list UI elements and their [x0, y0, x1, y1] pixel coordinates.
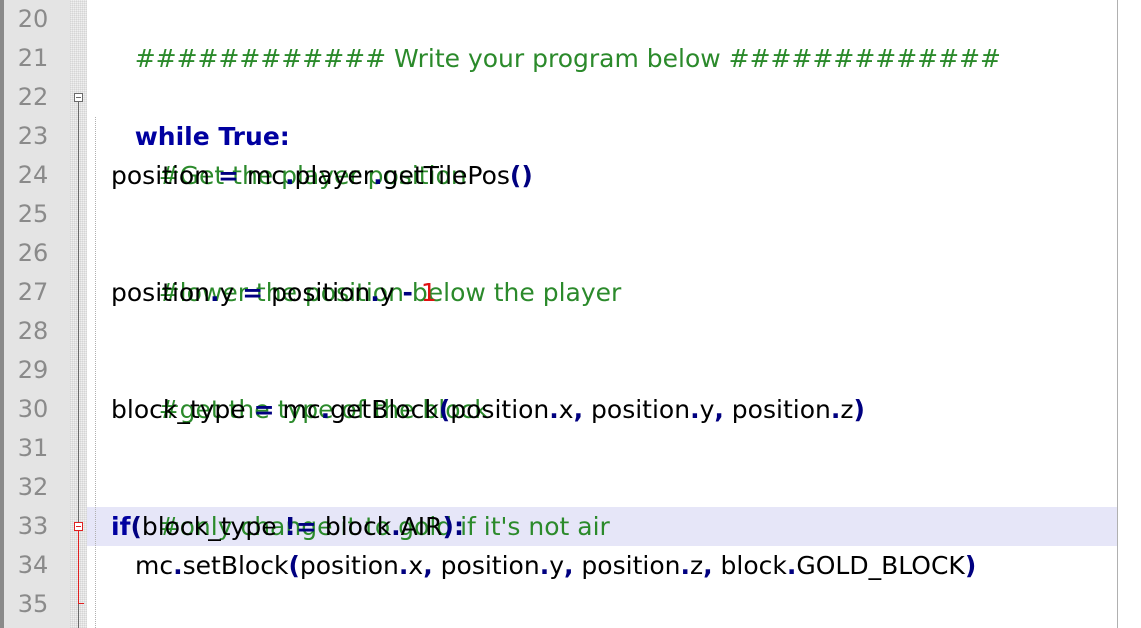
code-line-30[interactable]: block_type = mc.getBlock(position.x, pos… — [111, 390, 865, 429]
code-line-23[interactable]: #Get the player position — [111, 117, 467, 190]
fold-line-if — [78, 531, 79, 603]
line-number: 27 — [17, 278, 49, 306]
operator: ) — [964, 551, 977, 580]
operator: . — [173, 551, 183, 580]
token: position — [723, 395, 831, 424]
code-line-33[interactable]: if(block_type != block.AIR): — [111, 507, 464, 546]
operator: , — [703, 551, 713, 580]
line-number: 20 — [17, 5, 49, 33]
line-number: 29 — [17, 356, 49, 384]
line-number: 26 — [17, 239, 49, 267]
operator: = — [217, 161, 239, 190]
operator: . — [391, 512, 401, 541]
line-number: 34 — [17, 551, 49, 579]
token: y — [379, 278, 403, 307]
operator: . — [398, 551, 409, 580]
fold-toggle-if-icon[interactable] — [74, 522, 83, 531]
token: position — [573, 551, 681, 580]
token: x — [558, 395, 574, 424]
operator: () — [509, 161, 533, 190]
code-line-26[interactable]: #lower the position below the player — [111, 234, 622, 307]
operator: , — [714, 395, 724, 424]
token: setBlock — [182, 551, 289, 580]
operator: . — [320, 395, 331, 424]
token: position — [432, 551, 540, 580]
code-line-22[interactable]: while True: — [87, 78, 290, 151]
code-line-27[interactable]: position.y = position.y - 1 — [111, 273, 437, 312]
token: position — [111, 278, 211, 307]
code-editor[interactable]: 20 21 22 23 24 25 26 27 28 29 30 31 32 3… — [0, 0, 1141, 628]
operator: = — [253, 395, 275, 424]
number-literal: 1 — [420, 278, 437, 307]
operator: ( — [288, 551, 300, 580]
operator: . — [370, 278, 380, 307]
operator: ( — [130, 512, 142, 541]
operator: ) — [853, 395, 865, 424]
comment: ############ Write your program below ##… — [134, 44, 1001, 73]
operator: . — [680, 551, 690, 580]
token: getTilePos — [382, 161, 510, 190]
token: position — [111, 161, 218, 190]
code-line-34[interactable]: mc.setBlock(position.x, position.y, posi… — [135, 546, 976, 585]
operator: . — [786, 551, 797, 580]
token: AIR — [400, 512, 443, 541]
operator: , — [573, 395, 584, 424]
token: mc — [135, 551, 174, 580]
token: block_type — [141, 512, 285, 541]
operator: - — [402, 278, 413, 307]
operator: . — [539, 551, 550, 580]
line-number-gutter: 20 21 22 23 24 25 26 27 28 29 30 31 32 3… — [4, 0, 70, 628]
fold-toggle-while-icon[interactable] — [74, 93, 83, 102]
token: block_type — [111, 395, 254, 424]
code-line-20[interactable]: ############ Write your program below ##… — [87, 0, 1001, 73]
operator: != — [284, 512, 317, 541]
token: GOLD_BLOCK — [796, 551, 965, 580]
line-number: 24 — [17, 161, 49, 189]
line-number: 22 — [17, 83, 49, 111]
keyword-if: if — [111, 512, 131, 541]
line-number: 33 — [17, 512, 49, 540]
editor-right-edge — [1117, 0, 1141, 628]
token: position — [450, 395, 550, 424]
operator: = — [242, 278, 264, 307]
operator: ( — [438, 395, 451, 424]
code-area[interactable]: ############ Write your program below ##… — [87, 0, 1117, 628]
fold-end-marker — [78, 603, 84, 604]
token: x — [408, 551, 424, 580]
line-number: 23 — [17, 122, 49, 150]
operator: , — [423, 551, 433, 580]
code-line-32[interactable]: #only change it to gold if it's not air — [111, 468, 610, 541]
token: getBlock — [330, 395, 439, 424]
token: position — [299, 551, 399, 580]
operator: . — [830, 395, 841, 424]
token: position — [583, 395, 691, 424]
operator: . — [690, 395, 700, 424]
token: y — [219, 278, 243, 307]
token: z — [840, 395, 854, 424]
operator: . — [373, 161, 383, 190]
code-line-24[interactable]: position = mc.player.getTilePos() — [111, 156, 533, 195]
token: player — [294, 161, 374, 190]
operator: . — [210, 278, 220, 307]
line-number: 32 — [17, 473, 49, 501]
line-number: 30 — [17, 395, 49, 423]
token: position — [263, 278, 371, 307]
line-number: 31 — [17, 434, 49, 462]
token: block — [316, 512, 392, 541]
token: mc — [238, 161, 285, 190]
token: z — [689, 551, 704, 580]
line-number: 28 — [17, 317, 49, 345]
token: y — [699, 395, 715, 424]
token: y — [549, 551, 564, 580]
operator: . — [549, 395, 559, 424]
line-number: 25 — [17, 200, 49, 228]
code-line-29[interactable]: #get the type of the block — [111, 351, 489, 424]
token: block — [712, 551, 787, 580]
operator: ): — [442, 512, 464, 541]
line-number: 21 — [17, 44, 49, 72]
line-number: 35 — [17, 590, 49, 618]
token: mc — [274, 395, 321, 424]
fold-margin — [70, 0, 87, 628]
